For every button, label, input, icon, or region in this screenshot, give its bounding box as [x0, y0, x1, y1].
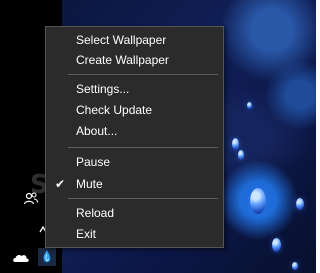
wallpaper-drop [296, 198, 304, 210]
wallpaper-drop [247, 102, 252, 109]
wallpaper-drop [232, 138, 239, 150]
menu-item-label: Pause [76, 155, 111, 169]
wallpaper-drop [238, 150, 244, 160]
menu-item-exit[interactable]: Exit [46, 224, 223, 244]
wallpaper-drop [292, 262, 298, 270]
menu-item-about[interactable]: About... [46, 121, 223, 141]
menu-item-create-wallpaper[interactable]: Create Wallpaper [46, 50, 223, 70]
menu-item-label: Check Update [76, 103, 153, 117]
menu-separator [68, 198, 218, 199]
menu-item-reload[interactable]: Reload [46, 203, 223, 223]
desktop-wallpaper: SOFTPEDIA Select Wallpaper Create W [0, 0, 316, 273]
tray-context-menu: Select Wallpaper Create Wallpaper Settin… [45, 26, 224, 248]
menu-separator [68, 147, 218, 148]
app-tray-icon[interactable] [38, 248, 56, 266]
menu-item-label: Mute [76, 177, 103, 191]
menu-item-label: About... [76, 124, 118, 138]
menu-item-label: Settings... [76, 82, 130, 96]
checkmark-icon: ✔ [55, 177, 66, 191]
menu-separator [68, 74, 218, 75]
menu-item-label: Exit [76, 227, 97, 241]
menu-item-select-wallpaper[interactable]: Select Wallpaper [46, 30, 223, 50]
onedrive-cloud-icon[interactable] [12, 250, 30, 262]
wallpaper-drop [272, 238, 281, 252]
menu-item-label: Select Wallpaper [76, 33, 167, 47]
menu-item-check-update[interactable]: Check Update [46, 100, 223, 120]
menu-item-pause[interactable]: Pause [46, 152, 223, 172]
menu-item-mute[interactable]: ✔ Mute [46, 174, 223, 194]
menu-item-label: Create Wallpaper [76, 53, 169, 67]
menu-item-settings[interactable]: Settings... [46, 79, 223, 99]
people-icon[interactable] [23, 192, 39, 206]
menu-item-label: Reload [76, 206, 115, 220]
wallpaper-drop [250, 188, 266, 214]
